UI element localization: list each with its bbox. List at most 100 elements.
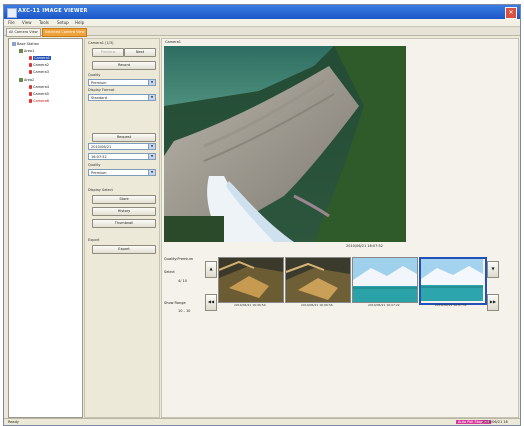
tree-area-1[interactable]: Area1: [19, 49, 34, 53]
display-format-label: Display Format: [88, 88, 115, 92]
thumbnail-2-time: 2010/06/21 16:06:56: [301, 303, 333, 307]
request-button[interactable]: Request: [92, 133, 156, 142]
tree-camera-label: Camera4: [33, 85, 49, 89]
tab-all-camera-view[interactable]: All Camera View: [6, 28, 41, 37]
previous-button[interactable]: Previous: [92, 48, 124, 57]
thumbnail-4-time: 2010/06/21 16:07:52: [435, 303, 467, 307]
tree-area-label: Area2: [24, 78, 35, 82]
thumbnail-image: [421, 259, 483, 301]
chevron-down-icon: ▼: [148, 144, 155, 149]
camera-icon: [29, 99, 32, 103]
control-panel: Camera1 (1/3) Previous Next Record Quali…: [84, 38, 160, 418]
status-time: 2010/06/21 16: [482, 420, 508, 424]
thumbnail-button[interactable]: Thumbnail: [92, 219, 156, 228]
show-range-label: Show Range: [164, 301, 186, 305]
display-format-value: Standard: [91, 96, 107, 100]
select-value: 4/ 10: [178, 279, 187, 283]
scroll-down-button[interactable]: ▼: [487, 261, 499, 278]
tree-camera-6[interactable]: Camera6: [29, 99, 49, 103]
chevron-down-icon: ▼: [148, 170, 155, 175]
camera-tree: Base Station Area1 Camera1 Camera2 Camer…: [8, 38, 83, 418]
area-icon: [19, 49, 23, 53]
tree-area-2[interactable]: Area2: [19, 78, 34, 82]
chevron-down-icon: ▼: [148, 80, 155, 85]
next-page-button[interactable]: ▶▶: [487, 294, 499, 311]
menu-file[interactable]: File: [8, 20, 15, 25]
tree-camera-4[interactable]: Camera4: [29, 85, 49, 89]
menu-bar: File View Tools Setup Help: [4, 19, 520, 27]
tab-bar: All Camera View Selected Camera View: [4, 27, 520, 37]
camera-icon: [29, 92, 32, 96]
tree-area-label: Area1: [24, 49, 35, 53]
camera-icon: [29, 85, 32, 89]
camera-icon: [29, 70, 32, 74]
thumbnail-image: [286, 258, 350, 302]
thumbnail-1-time: 2010/06/21 16:06:50: [234, 303, 266, 307]
export-group-label: Export: [88, 238, 100, 242]
app-window: AXC-11 IMAGE VIEWER ✕ File View Tools Se…: [3, 4, 521, 426]
close-icon[interactable]: ✕: [505, 7, 517, 19]
select-label: Select: [164, 270, 175, 274]
thumbnail-4[interactable]: [419, 257, 487, 305]
thumbnail-3-time: 2010/06/21 16:07:22: [368, 303, 400, 307]
camera-image: [164, 46, 406, 242]
viewer-panel: Camera1 2010/06/21 16:07:52 Quality:Prem…: [161, 38, 519, 418]
status-text: Ready: [8, 420, 19, 424]
thumbnail-image: [353, 258, 417, 302]
tree-camera-label: Camera6: [33, 99, 49, 103]
tree-camera-label: Camera2: [33, 63, 49, 67]
time-select[interactable]: 16:07:52 ▼: [88, 153, 156, 160]
scroll-up-button[interactable]: ▲: [205, 261, 217, 278]
tree-camera-3[interactable]: Camera3: [29, 70, 49, 74]
store-button[interactable]: Store: [92, 195, 156, 204]
quality2-select[interactable]: Premium ▼: [88, 169, 156, 176]
viewer-quality: Quality:Premium: [164, 257, 194, 261]
history-button[interactable]: History: [92, 207, 156, 216]
app-icon: [7, 8, 17, 18]
viewer-camera-label: Camera1: [165, 40, 181, 44]
tree-camera-5[interactable]: Camera5: [29, 92, 49, 96]
record-button[interactable]: Record: [92, 61, 156, 70]
chevron-down-icon: ▼: [148, 95, 155, 100]
tree-camera-label: Camera1: [33, 56, 51, 60]
quality2-value: Premium: [91, 171, 107, 175]
quality-select[interactable]: Premium ▼: [88, 79, 156, 86]
base-station-icon: [12, 42, 16, 46]
tree-camera-2[interactable]: Camera2: [29, 63, 49, 67]
quality-select-value: Premium: [91, 81, 107, 85]
quality2-label: Quality: [88, 163, 101, 167]
display-format-select[interactable]: Standard ▼: [88, 94, 156, 101]
menu-help[interactable]: Help: [75, 20, 84, 25]
camera-header: Camera1 (1/3): [88, 41, 114, 45]
time-value: 16:07:52: [91, 155, 107, 159]
status-bar: Ready Auto Poll Stopped 2010/06/21 16: [4, 418, 520, 425]
menu-view[interactable]: View: [22, 20, 32, 25]
chevron-down-icon: ▼: [148, 154, 155, 159]
date-select[interactable]: 2010/06/21 ▼: [88, 143, 156, 150]
tree-camera-label: Camera3: [33, 70, 49, 74]
tree-root-label: Base Station: [17, 42, 40, 46]
title-bar: AXC-11 IMAGE VIEWER ✕: [4, 5, 520, 19]
quality-label: Quality: [88, 73, 101, 77]
export-button[interactable]: Export: [92, 245, 156, 254]
thumbnail-1[interactable]: [218, 257, 284, 303]
viewer-timestamp: 2010/06/21 16:07:52: [346, 244, 384, 248]
tab-selected-camera-view[interactable]: Selected Camera View: [42, 28, 88, 37]
menu-tools[interactable]: Tools: [39, 20, 49, 25]
camera-icon: [29, 63, 32, 67]
menu-setup[interactable]: Setup: [57, 20, 69, 25]
tree-camera-label: Camera5: [33, 92, 49, 96]
next-button[interactable]: Next: [124, 48, 156, 57]
previous-page-button[interactable]: ◀◀: [205, 294, 217, 311]
tree-root[interactable]: Base Station: [12, 42, 39, 46]
area-icon: [19, 78, 23, 82]
dam-image: [164, 46, 406, 242]
date-value: 2010/06/21: [91, 145, 112, 149]
thumbnail-image: [219, 258, 283, 302]
thumbnail-2[interactable]: [285, 257, 351, 303]
tree-camera-1[interactable]: Camera1: [29, 56, 51, 60]
display-select-label: Display Select: [88, 188, 113, 192]
thumbnail-3[interactable]: [352, 257, 418, 303]
show-range-value: 10 - 10: [178, 309, 191, 313]
window-title: AXC-11 IMAGE VIEWER: [18, 8, 88, 14]
